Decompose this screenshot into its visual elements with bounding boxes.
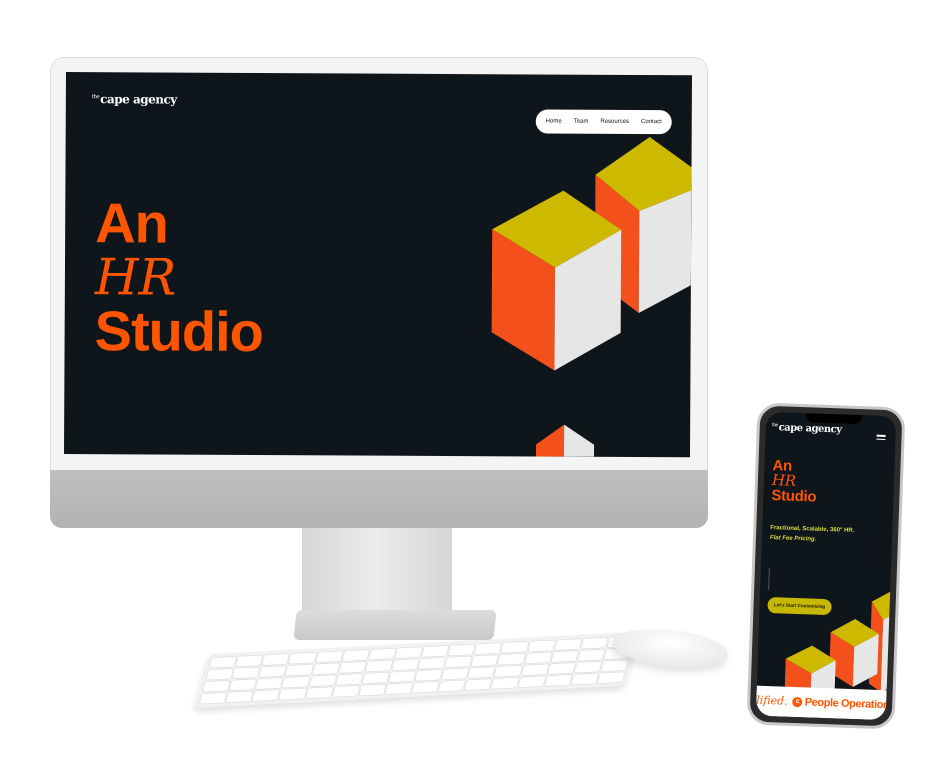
marquee-left: lified. — [756, 693, 788, 708]
mobile-cube-graphic — [784, 588, 897, 701]
cube-back-side — [638, 190, 692, 314]
imac-base — [293, 610, 497, 640]
marquee-icon: c — [792, 697, 803, 708]
cube-bottom-side — [563, 424, 595, 457]
mobile-screen: thecape agency An HR Studio Fractional, … — [755, 411, 897, 721]
imac-chin — [50, 470, 708, 528]
cube-graphic — [491, 137, 692, 457]
cube-bottom-front — [535, 424, 565, 457]
desktop-screen: thecape agency Home Team Resources Conta… — [63, 72, 692, 458]
marquee-banner: lified. c People Operations — [755, 685, 887, 721]
keyboard — [194, 631, 640, 709]
marquee-right: People Operations — [804, 696, 887, 712]
imac-stand — [302, 528, 452, 616]
phone-device: thecape agency An HR Studio Fractional, … — [746, 402, 906, 730]
